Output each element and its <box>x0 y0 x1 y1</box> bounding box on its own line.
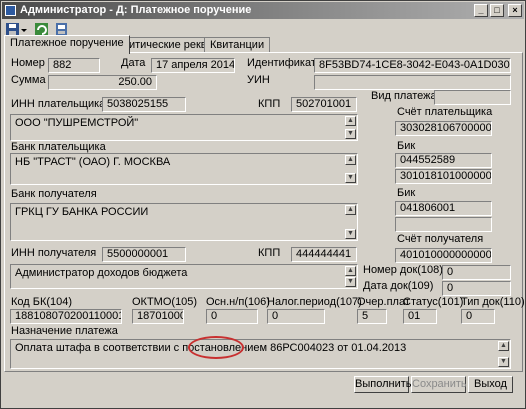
status-field[interactable]: 01 <box>403 309 437 324</box>
exit-button[interactable]: Выход <box>468 376 513 393</box>
payer-name-field[interactable]: ООО "ПУШРЕМСТРОЙ" ▲ ▼ <box>10 114 358 141</box>
inn-recv-field[interactable]: 5500000001 <box>102 247 186 262</box>
data-dok-field[interactable]: 0 <box>442 281 511 296</box>
naznach-code: 86РС004023 <box>270 342 335 354</box>
window-title: Администратор - Д: Платежное поручение <box>20 4 252 16</box>
app-window: Администратор - Д: Платежное поручение _… <box>0 0 526 409</box>
scroll-down-icon[interactable]: ▼ <box>345 277 356 287</box>
scroll-down-icon[interactable]: ▼ <box>498 357 509 367</box>
summa-field[interactable]: 250.00 <box>48 75 157 90</box>
ocher-field[interactable]: 5 <box>357 309 387 324</box>
kpp-recv-field[interactable]: 444444441 <box>291 247 357 262</box>
data-field[interactable]: 17 апреля 2014 г. <box>151 58 235 73</box>
korr1-field[interactable]: 30101810100000000589 <box>395 169 492 184</box>
payer-name-scrollbar[interactable]: ▲ ▼ <box>345 116 356 139</box>
tip-label: Тип док(110) <box>461 296 525 308</box>
naznach-label: Назначение платежа <box>11 325 118 337</box>
status-label: Статус(101) <box>403 296 464 308</box>
osn-field[interactable]: 0 <box>206 309 258 324</box>
data-dok-label: Дата док(109) <box>363 280 434 292</box>
bank-payer-field[interactable]: НБ "ТРАСТ" (ОАО) Г. МОСКВА ▲ ▼ <box>10 153 358 185</box>
naznach-text-post: от 01.04.2013 <box>334 342 407 354</box>
vid-label: Вид платежа <box>371 90 437 102</box>
bik1-field[interactable]: 044552589 <box>395 153 492 168</box>
osn-label: Осн.н/п(106) <box>206 296 270 308</box>
run-button[interactable]: Выполнить <box>354 376 411 393</box>
minimize-button[interactable]: _ <box>474 4 488 17</box>
kpp-payer-field[interactable]: 502701001 <box>291 97 357 112</box>
nomer-field[interactable]: 882 <box>48 58 100 73</box>
scroll-down-icon[interactable]: ▼ <box>345 173 356 183</box>
schet-payer-field[interactable]: 30302810670000000042 <box>395 121 492 136</box>
recv-name-text: Администратор доходов бюджета <box>15 267 188 279</box>
bank-payer-label: Банк плательщика <box>11 141 106 153</box>
tip-field[interactable]: 0 <box>461 309 495 324</box>
payer-name-text: ООО "ПУШРЕМСТРОЙ" <box>15 117 139 129</box>
tab-payment-order[interactable]: Платежное поручение <box>4 35 130 54</box>
korr2-field[interactable] <box>395 217 492 232</box>
title-bar: Администратор - Д: Платежное поручение _… <box>2 2 524 19</box>
uin-label: УИН <box>247 74 270 86</box>
inn-payer-label: ИНН плательщика <box>11 98 106 110</box>
uin-field[interactable] <box>314 75 511 90</box>
save-button[interactable]: Сохранить <box>411 376 467 393</box>
bik1-label: Бик <box>397 140 416 152</box>
ocher-label: Очер.плат <box>357 296 410 308</box>
close-button[interactable]: × <box>508 4 522 17</box>
schet-recv-field[interactable]: 40101000000000000002 <box>395 248 492 263</box>
scroll-up-icon[interactable]: ▲ <box>345 205 356 215</box>
scroll-up-icon[interactable]: ▲ <box>345 155 356 165</box>
highlight-annotation-circle <box>188 336 244 359</box>
recv-name-scrollbar[interactable]: ▲ ▼ <box>345 266 356 287</box>
recv-name-field[interactable]: Администратор доходов бюджета ▲ ▼ <box>10 264 358 289</box>
data-label: Дата <box>121 57 146 69</box>
bank-payer-text: НБ "ТРАСТ" (ОАО) Г. МОСКВА <box>15 156 171 168</box>
ident-field[interactable]: 8F53BD74-1CE8-3042-E043-0A1D03043042 <box>314 58 511 73</box>
maximize-button[interactable]: □ <box>490 4 504 17</box>
tab-receipts[interactable]: Квитанции <box>204 37 271 53</box>
app-icon <box>5 5 16 16</box>
bank-recv-field[interactable]: ГРКЦ ГУ БАНКА РОССИИ ▲ ▼ <box>10 203 358 241</box>
nomer-dok-label: Номер док(108) <box>363 264 443 276</box>
kbk-field[interactable]: 18810807020011000110 <box>10 309 122 324</box>
bank-recv-scrollbar[interactable]: ▲ ▼ <box>345 205 356 239</box>
kbk-label: Код БК(104) <box>11 296 73 308</box>
scroll-up-icon[interactable]: ▲ <box>345 266 356 276</box>
vid-field[interactable] <box>434 90 511 105</box>
summa-label: Сумма <box>11 74 46 86</box>
oktmo-label: ОКТМО(105) <box>132 296 198 308</box>
bik2-field[interactable]: 041806001 <box>395 201 492 216</box>
scroll-down-icon[interactable]: ▼ <box>345 129 356 139</box>
nomer-label: Номер <box>11 57 45 69</box>
nomer-dok-field[interactable]: 0 <box>442 265 511 280</box>
inn-payer-field[interactable]: 5038025155 <box>102 97 186 112</box>
naznach-field[interactable]: Оплата штафа в соответствии с постановле… <box>10 339 511 369</box>
bik2-label: Бик <box>397 187 416 199</box>
naznach-scrollbar[interactable]: ▲ ▼ <box>498 341 509 367</box>
oktmo-field[interactable]: 18701000 <box>132 309 184 324</box>
schet-recv-label: Счёт получателя <box>397 233 484 245</box>
scroll-up-icon[interactable]: ▲ <box>345 116 356 126</box>
bank-recv-label: Банк получателя <box>11 188 97 200</box>
nalog-label: Налог.период(107) <box>267 296 362 308</box>
bank-payer-scrollbar[interactable]: ▲ ▼ <box>345 155 356 183</box>
kpp-recv-label: КПП <box>258 247 281 259</box>
schet-payer-label: Счёт плательщика <box>397 106 493 118</box>
scroll-up-icon[interactable]: ▲ <box>498 341 509 351</box>
nalog-field[interactable]: 0 <box>267 309 325 324</box>
kpp-payer-label: КПП <box>258 98 281 110</box>
bank-recv-text: ГРКЦ ГУ БАНКА РОССИИ <box>15 206 149 218</box>
inn-recv-label: ИНН получателя <box>11 247 97 259</box>
scroll-down-icon[interactable]: ▼ <box>345 229 356 239</box>
